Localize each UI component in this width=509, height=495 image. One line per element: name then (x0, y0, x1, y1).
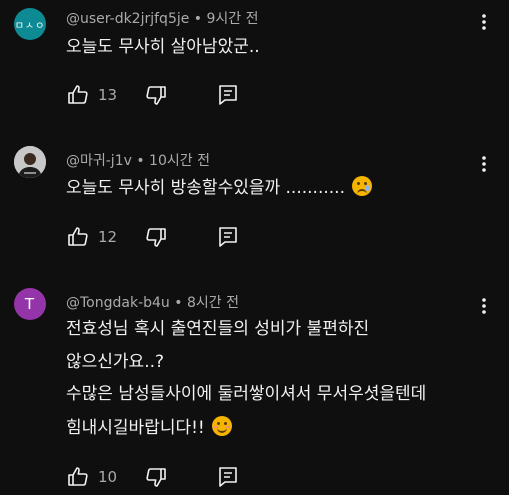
comment-text: 오늘도 무사히 방송할수있을까 ........... (66, 173, 373, 203)
thumb-up-icon[interactable] (66, 83, 90, 107)
like-count: 12 (98, 228, 118, 246)
comment-text: 오늘도 무사히 살아남았군.. (66, 37, 260, 57)
comment-text-line: 않으신가요..? (66, 352, 165, 372)
more-vertical-icon[interactable] (474, 12, 494, 32)
comment-author-meta[interactable]: @user-dk2jrjfq5je • 9시간 전 (66, 8, 259, 28)
like-count: 13 (98, 86, 118, 104)
smiling-face-emoji (212, 416, 233, 436)
comment-text-line: 수많은 남성들사이에 둘러쌓이셔서 무서우셧을텐데 (66, 384, 427, 404)
like-count: 10 (98, 468, 118, 486)
comment-actions: 10 (66, 465, 240, 489)
avatar[interactable]: T (14, 288, 46, 320)
comment-author-meta[interactable]: @Tongdak-b4u • 8시간 전 (66, 292, 239, 312)
reply-icon[interactable] (216, 225, 240, 249)
comment-text-line: 전효성님 혹시 출연진들의 성비가 불편하진 (66, 319, 370, 339)
avatar[interactable] (14, 146, 46, 178)
comment-actions: 12 (66, 225, 240, 249)
comment-author-meta[interactable]: @마귀-j1v • 10시간 전 (66, 150, 210, 170)
thumb-down-icon[interactable] (144, 83, 168, 107)
crying-face-emoji (352, 176, 373, 196)
reply-icon[interactable] (216, 465, 240, 489)
thumb-up-icon[interactable] (66, 465, 90, 489)
thumb-down-icon[interactable] (144, 465, 168, 489)
avatar[interactable]: ㅁㅅㅇ (14, 8, 46, 40)
reply-icon[interactable] (216, 83, 240, 107)
comment-text-line: 힘내시길바랍니다!! (66, 413, 233, 443)
thumb-down-icon[interactable] (144, 225, 168, 249)
thumb-up-icon[interactable] (66, 225, 90, 249)
more-vertical-icon[interactable] (474, 296, 494, 316)
more-vertical-icon[interactable] (474, 154, 494, 174)
comment-actions: 13 (66, 83, 240, 107)
